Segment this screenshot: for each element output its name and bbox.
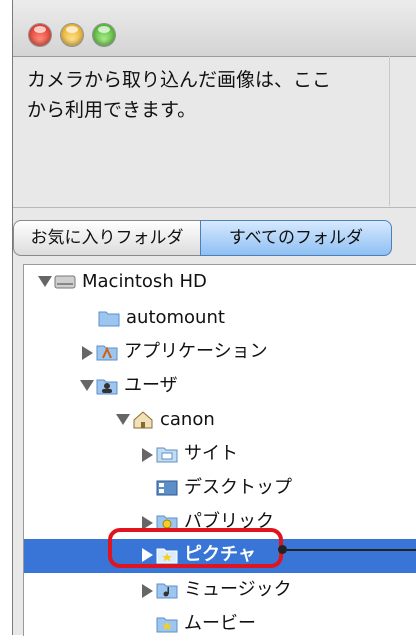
desktop-folder-icon bbox=[156, 480, 178, 496]
close-button[interactable] bbox=[29, 24, 51, 46]
sites-folder-icon bbox=[156, 447, 178, 463]
callout-highlight bbox=[108, 528, 283, 568]
tree-item-label: デスクトップ bbox=[184, 477, 292, 498]
disclosure-triangle-icon[interactable] bbox=[142, 448, 153, 462]
applications-folder-icon bbox=[96, 345, 118, 361]
info-text: カメラから取り込んだ画像は、ここ から利用できます。 bbox=[27, 69, 332, 121]
tree-item-users[interactable]: ユーザ bbox=[24, 371, 416, 403]
tab-favorite-folders[interactable]: お気に入りフォルダ bbox=[13, 220, 201, 256]
music-folder-icon bbox=[156, 583, 178, 599]
zoom-button[interactable] bbox=[93, 24, 115, 46]
tree-item-label: canon bbox=[160, 409, 215, 430]
disclosure-triangle-icon[interactable] bbox=[80, 380, 94, 391]
home-folder-icon bbox=[133, 411, 153, 429]
tree-item-label: ユーザ bbox=[124, 375, 178, 396]
tree-item-music[interactable]: ミュージック bbox=[24, 575, 416, 607]
tree-item-automount[interactable]: automount bbox=[24, 303, 416, 335]
tree-item-sites[interactable]: サイト bbox=[24, 439, 416, 471]
tree-item-macintosh-hd[interactable]: Macintosh HD bbox=[24, 267, 416, 299]
tree-item-label: ムービー bbox=[184, 613, 256, 634]
movies-folder-icon bbox=[156, 617, 178, 633]
disclosure-triangle-icon[interactable] bbox=[82, 346, 93, 360]
tree-item-desktop[interactable]: デスクトップ bbox=[24, 473, 416, 505]
hard-drive-icon bbox=[54, 275, 76, 289]
folder-icon bbox=[98, 311, 120, 327]
folder-tree: Macintosh HD automount アプリケーション ユーザ cano… bbox=[23, 264, 416, 636]
info-panel: カメラから取り込んだ画像は、ここ から利用できます。 bbox=[13, 57, 416, 208]
disclosure-triangle-icon[interactable] bbox=[38, 276, 52, 287]
tree-item-label: automount bbox=[126, 307, 225, 328]
tree-item-label: アプリケーション bbox=[124, 341, 268, 362]
users-folder-icon bbox=[96, 379, 118, 395]
minimize-button[interactable] bbox=[61, 24, 83, 46]
pane-divider[interactable] bbox=[389, 56, 390, 206]
tree-item-canon[interactable]: canon bbox=[24, 405, 416, 437]
tab-all-folders[interactable]: すべてのフォルダ bbox=[200, 220, 392, 256]
disclosure-triangle-icon[interactable] bbox=[116, 414, 130, 425]
title-bar[interactable] bbox=[13, 0, 416, 57]
callout-leader-line bbox=[283, 549, 416, 551]
tree-item-applications[interactable]: アプリケーション bbox=[24, 337, 416, 369]
tree-item-label: Macintosh HD bbox=[82, 271, 207, 292]
tree-item-label: ミュージック bbox=[184, 579, 292, 600]
tree-item-label: サイト bbox=[184, 443, 238, 464]
folder-tabs: お気に入りフォルダ すべてのフォルダ bbox=[13, 220, 416, 256]
tree-item-movies[interactable]: ムービー bbox=[24, 609, 416, 641]
disclosure-triangle-icon[interactable] bbox=[142, 584, 153, 598]
